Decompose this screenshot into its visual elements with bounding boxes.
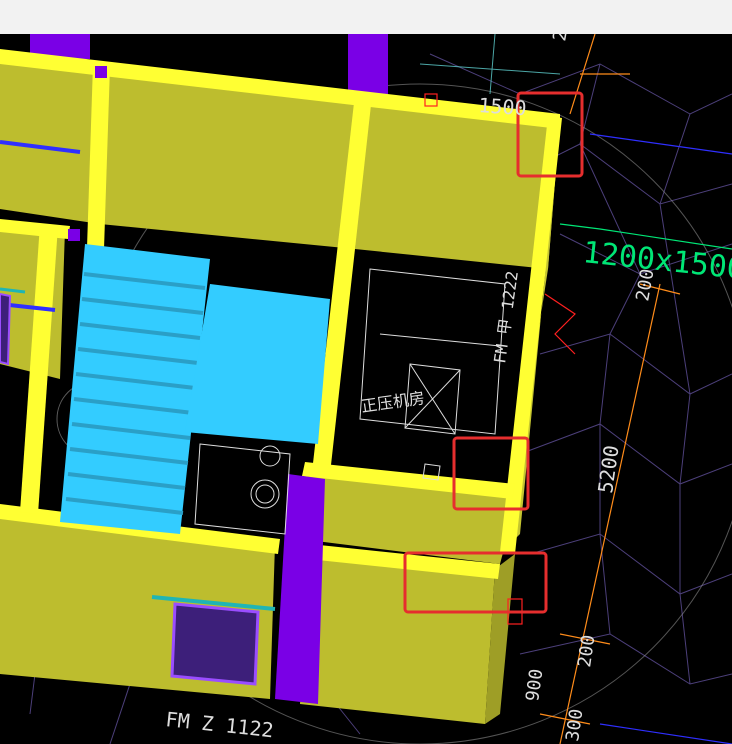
door-label-fm-z1122: FM Z 1122 [164,707,274,742]
dim-label-1500: 1500 [478,93,528,120]
drawing-canvas[interactable]: 1500 200 1200x1500x1d 200 正压机房 FM 甲 1222… [0,34,732,744]
stair-landing [185,284,330,444]
dim-label-200-bottom: 200 [574,634,599,669]
top-toolbar-strip [0,0,732,34]
dim-label-5200: 5200 [593,444,623,495]
dim-label-200-right: 200 [632,267,658,303]
column-top-mid [348,34,388,94]
axis-line-blue [589,133,732,155]
column-bottom [275,474,325,704]
dim-label-200-top: 200 [549,34,575,43]
column-node-1 [95,66,107,78]
room-name-label: 正压机房 [360,388,426,416]
column-node-2 [68,229,80,241]
cad-3d-viewport[interactable]: 1500 200 1200x1500x1d 200 正压机房 FM 甲 1222… [0,34,732,744]
dimension-lines [539,34,681,744]
window-code-label: 1200x1500x1d [581,235,732,292]
door-opening-left [0,292,12,366]
door-opening-bottom [170,602,260,686]
axis-line-blue-bottom [599,723,732,744]
door-label-fm-1222: FM 甲 1222 [490,270,522,365]
dim-label-900: 900 [522,668,547,703]
dim-label-300: 300 [562,708,587,743]
